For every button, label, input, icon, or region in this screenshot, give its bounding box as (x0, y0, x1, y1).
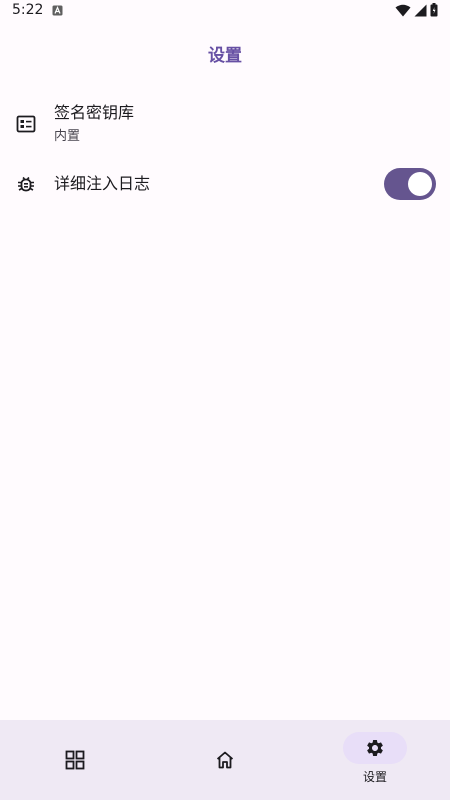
status-icons (395, 3, 438, 17)
home-icon (216, 751, 234, 769)
signal-icon (414, 4, 427, 16)
page-title: 设置 (208, 45, 242, 66)
wifi-icon (395, 4, 411, 16)
verbose-log-setting[interactable]: 详细注入日志 (0, 160, 450, 208)
verbose-log-title: 详细注入日志 (54, 174, 151, 193)
gear-icon (367, 740, 383, 756)
verbose-log-toggle[interactable] (384, 168, 436, 200)
nav-item-apps[interactable] (0, 720, 150, 800)
status-bar: 5:22 (0, 0, 450, 22)
bottom-navigation: 设置 (0, 720, 450, 800)
nav-item-home[interactable] (150, 720, 300, 800)
keystore-setting[interactable]: 签名密钥库 内置 (0, 92, 450, 156)
id-card-icon (16, 115, 36, 133)
grid-icon (65, 750, 85, 770)
nav-item-settings[interactable]: 设置 (300, 720, 450, 800)
bug-icon (18, 176, 34, 192)
keystore-text: 签名密钥库 内置 (54, 102, 134, 146)
battery-icon (430, 3, 438, 17)
status-time: 5:22 (12, 2, 44, 18)
notification-icon (52, 5, 63, 16)
nav-label-settings: 设置 (362, 770, 387, 784)
settings-screen: 5:22 设置 签名密钥库 内置 详细注入日志 设置 (0, 0, 450, 800)
toggle-knob (408, 172, 432, 196)
nav-active-indicator (343, 732, 407, 764)
keystore-title: 签名密钥库 (54, 103, 135, 122)
top-app-bar: 设置 (0, 22, 450, 84)
verbose-log-text: 详细注入日志 (54, 173, 150, 195)
keystore-subtitle: 内置 (54, 129, 81, 144)
